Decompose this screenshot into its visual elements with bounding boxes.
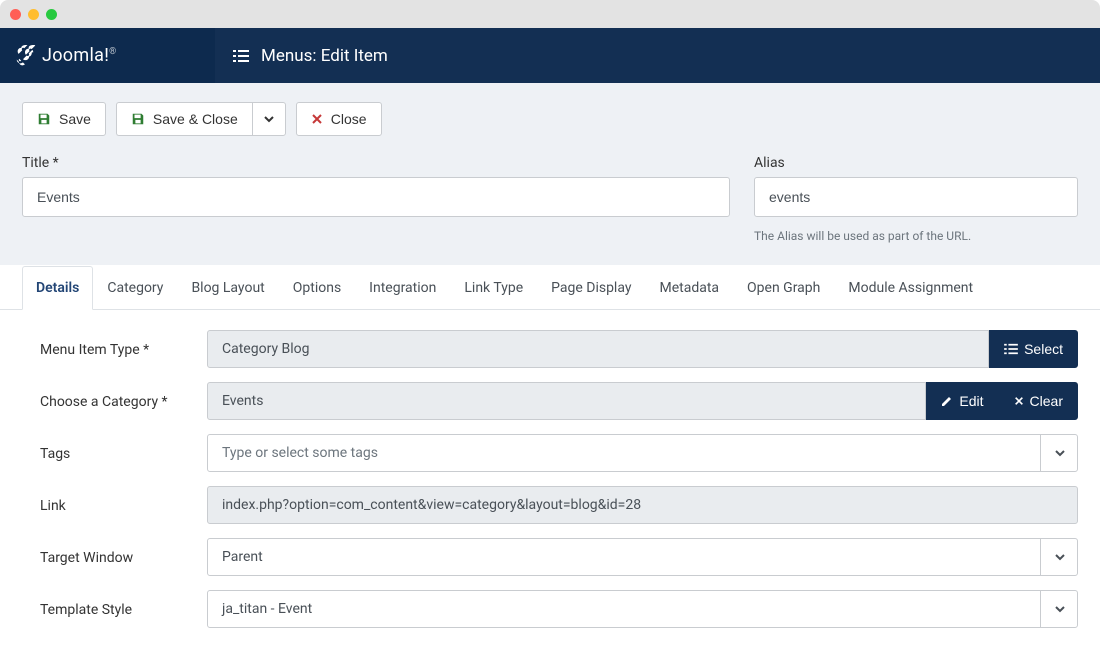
template-style-chevron[interactable] [1040, 590, 1078, 628]
menu-item-type-label: Menu Item Type * [22, 340, 207, 358]
chevron-down-icon [1054, 551, 1066, 563]
list-icon [1004, 343, 1018, 355]
title-input[interactable] [22, 177, 730, 217]
window-maximize-dot[interactable] [46, 9, 57, 20]
link-label: Link [22, 496, 207, 514]
target-window-row: Target Window Parent [22, 538, 1078, 576]
target-window-label: Target Window [22, 548, 207, 566]
list-icon [233, 49, 249, 63]
tab-link-type[interactable]: Link Type [450, 266, 537, 310]
save-close-button[interactable]: Save & Close [116, 102, 252, 136]
tags-row: Tags Type or select some tags [22, 434, 1078, 472]
tab-category[interactable]: Category [93, 266, 177, 310]
close-icon [311, 113, 323, 125]
tab-open-graph[interactable]: Open Graph [733, 266, 834, 310]
clear-category-button[interactable]: Clear [999, 382, 1078, 420]
tags-label: Tags [22, 444, 207, 462]
chevron-down-icon [263, 113, 275, 125]
template-style-row: Template Style ja_titan - Event [22, 590, 1078, 628]
title-label: Title * [22, 155, 730, 171]
save-close-group: Save & Close [116, 102, 286, 136]
close-icon [1014, 396, 1024, 406]
alias-input[interactable] [754, 177, 1078, 217]
page-title: Menus: Edit Item [261, 46, 388, 66]
alias-field-group: Alias The Alias will be used as part of … [754, 155, 1078, 243]
choose-category-row: Choose a Category * Events Edit Clear [22, 382, 1078, 420]
logo-section: Joomla!® [0, 28, 215, 83]
template-style-label: Template Style [22, 600, 207, 618]
menu-item-type-row: Menu Item Type * Category Blog Select [22, 330, 1078, 368]
window-close-dot[interactable] [10, 9, 21, 20]
tab-blog-layout[interactable]: Blog Layout [177, 266, 278, 310]
toolbar: Save Save & Close Close [0, 83, 1100, 155]
title-row: Title * Alias The Alias will be used as … [0, 155, 1100, 265]
window-titlebar [0, 0, 1100, 28]
tab-metadata[interactable]: Metadata [645, 266, 733, 310]
close-button[interactable]: Close [296, 102, 382, 136]
link-row: Link index.php?option=com_content&view=c… [22, 486, 1078, 524]
template-style-select[interactable]: ja_titan - Event [207, 590, 1078, 628]
link-value: index.php?option=com_content&view=catego… [207, 486, 1078, 524]
save-dropdown-button[interactable] [252, 102, 286, 136]
menu-item-type-value: Category Blog [207, 330, 989, 368]
tab-page-display[interactable]: Page Display [537, 266, 645, 310]
choose-category-label: Choose a Category * [22, 392, 207, 410]
tags-input[interactable]: Type or select some tags [207, 434, 1078, 472]
tab-integration[interactable]: Integration [355, 266, 450, 310]
tab-options[interactable]: Options [279, 266, 355, 310]
tabs: DetailsCategoryBlog LayoutOptionsIntegra… [0, 265, 1100, 310]
alias-hint: The Alias will be used as part of the UR… [754, 229, 1078, 243]
joomla-logo-icon [14, 45, 36, 67]
chevron-down-icon [1054, 447, 1066, 459]
save-icon [37, 112, 51, 126]
alias-label: Alias [754, 155, 1078, 171]
details-panel: Menu Item Type * Category Blog Select Ch… [0, 310, 1100, 662]
save-button[interactable]: Save [22, 102, 106, 136]
tab-details[interactable]: Details [22, 266, 93, 310]
target-window-select[interactable]: Parent [207, 538, 1078, 576]
top-bar: Joomla!® Menus: Edit Item [0, 28, 1100, 83]
edit-icon [941, 395, 953, 407]
tab-module-assignment[interactable]: Module Assignment [834, 266, 987, 310]
title-field-group: Title * [22, 155, 730, 243]
window-minimize-dot[interactable] [28, 9, 39, 20]
edit-category-button[interactable]: Edit [926, 382, 998, 420]
logo-text: Joomla!® [42, 45, 117, 66]
target-window-chevron[interactable] [1040, 538, 1078, 576]
save-icon [131, 112, 145, 126]
chevron-down-icon [1054, 603, 1066, 615]
choose-category-value: Events [207, 382, 926, 420]
tags-chevron[interactable] [1040, 434, 1078, 472]
page-title-bar: Menus: Edit Item [215, 28, 1100, 83]
select-type-button[interactable]: Select [989, 330, 1078, 368]
